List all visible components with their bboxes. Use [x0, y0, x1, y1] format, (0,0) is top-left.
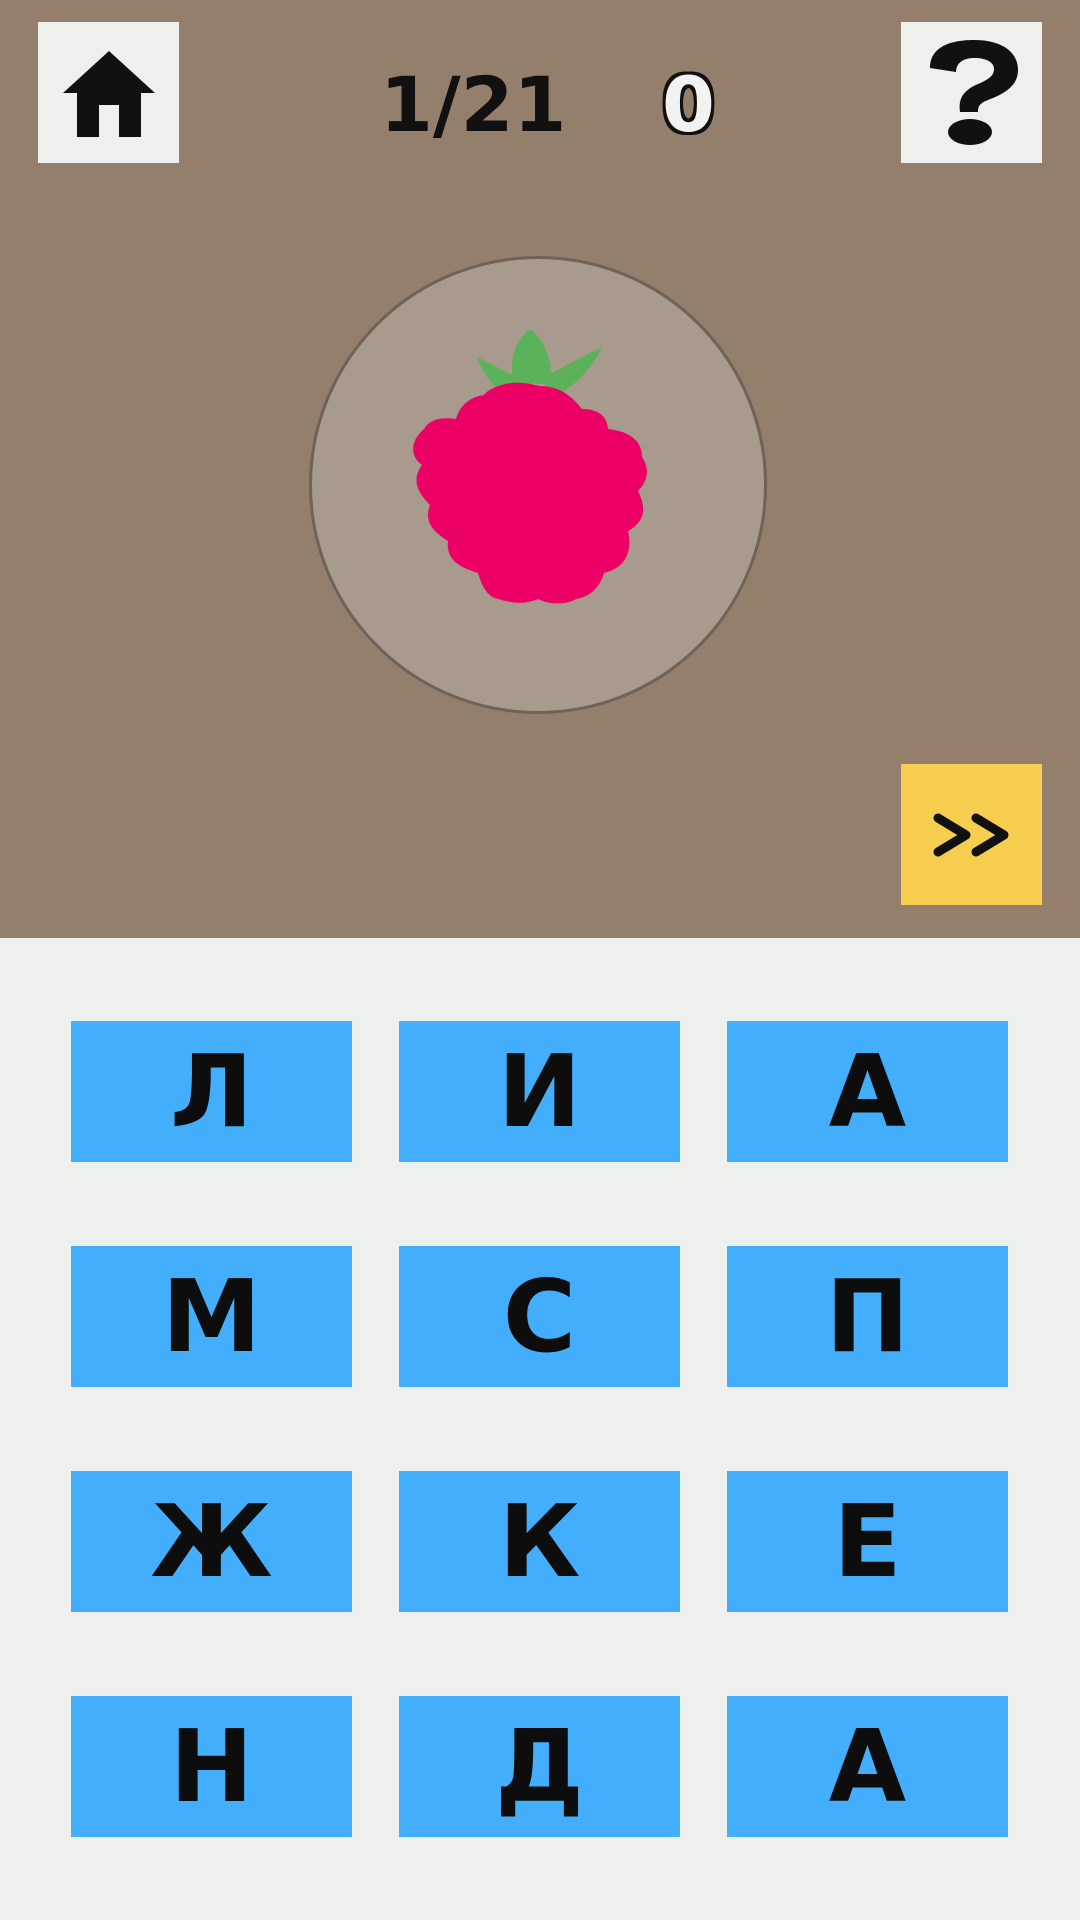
score-counter: 0	[662, 60, 715, 149]
letter-button[interactable]: А	[727, 1696, 1008, 1837]
letter-button[interactable]: Е	[727, 1471, 1008, 1612]
letter-button[interactable]: Ж	[71, 1471, 352, 1612]
letter-button[interactable]: И	[399, 1021, 680, 1162]
letter-button[interactable]: А	[727, 1021, 1008, 1162]
picture-frame	[309, 256, 767, 714]
raspberry-icon	[413, 329, 647, 604]
letter-button[interactable]: Л	[71, 1021, 352, 1162]
letter-button[interactable]: К	[399, 1471, 680, 1612]
letter-button[interactable]: П	[727, 1246, 1008, 1387]
next-button[interactable]	[901, 764, 1042, 905]
letter-button[interactable]: С	[399, 1246, 680, 1387]
progress-counter: 1/21	[380, 60, 567, 149]
raspberry-body	[413, 382, 647, 604]
letter-button[interactable]: Н	[71, 1696, 352, 1837]
home-icon	[62, 50, 155, 137]
game-area: 1/21 0	[0, 0, 1080, 938]
help-button[interactable]	[901, 22, 1042, 163]
letter-button[interactable]: М	[71, 1246, 352, 1387]
question-mark-icon	[929, 39, 1018, 145]
double-chevron-right-icon	[933, 813, 1008, 856]
letter-button[interactable]: Д	[399, 1696, 680, 1837]
home-button[interactable]	[38, 22, 179, 163]
